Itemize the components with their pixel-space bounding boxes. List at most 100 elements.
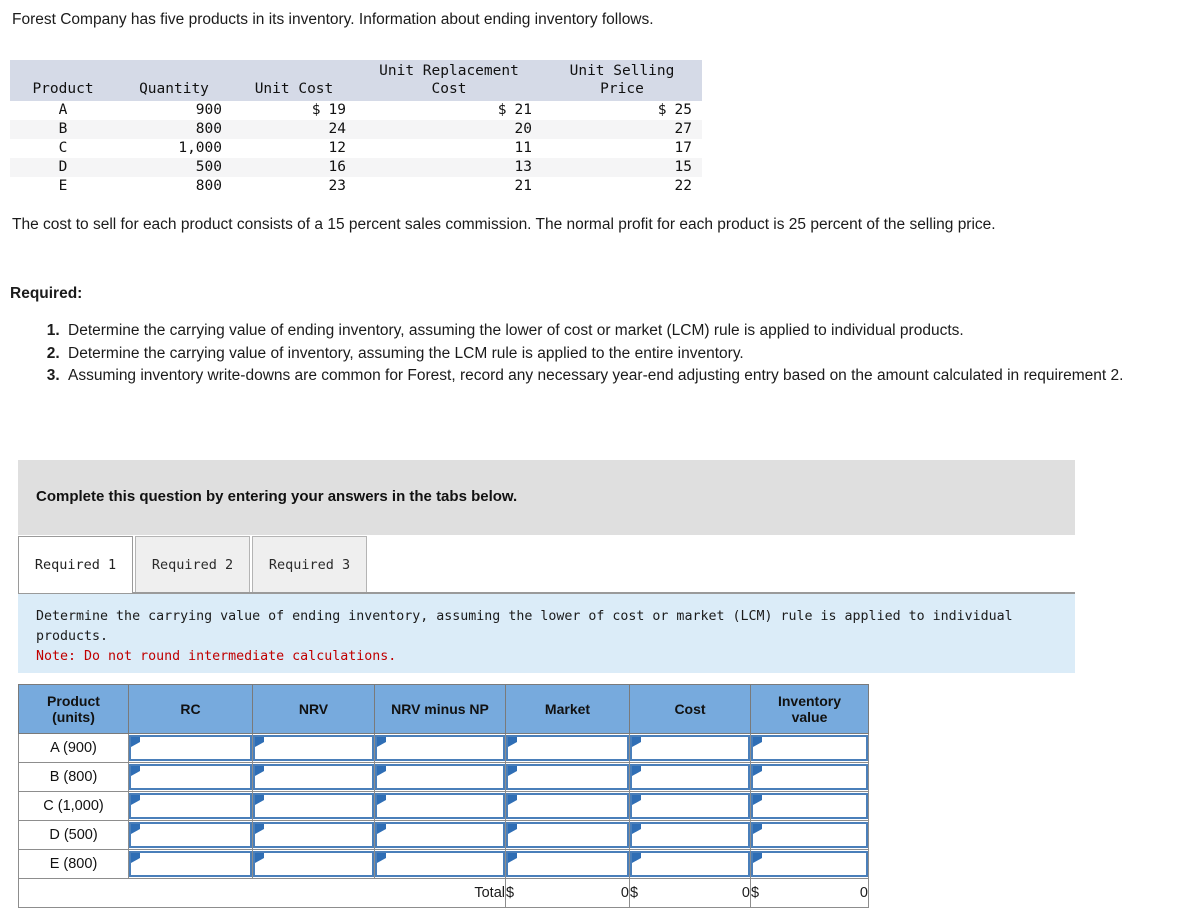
market-input[interactable] [506, 851, 629, 877]
required-label: Required: [10, 285, 83, 302]
cell-rc[interactable] [128, 849, 253, 879]
cell-inventory-value[interactable] [750, 791, 869, 821]
tab-required-3[interactable]: Required 3 [252, 536, 367, 592]
note-panel-line-1: Determine the carrying value of ending i… [36, 609, 1013, 624]
cell-corner-marker-icon [508, 766, 517, 776]
cell-nrv[interactable] [252, 791, 375, 821]
cost-input[interactable] [630, 851, 750, 877]
rc-input[interactable] [129, 851, 252, 877]
column-header-cost: Cost [629, 684, 751, 734]
market-input[interactable] [506, 822, 629, 848]
cell-product: B [58, 121, 68, 137]
cost-input[interactable] [630, 793, 750, 819]
table-header-row: Product Quantity Unit Cost Unit Replacem… [10, 60, 702, 101]
cell-nrv[interactable] [252, 820, 375, 850]
cell-market[interactable] [505, 849, 630, 879]
cell-rc[interactable] [128, 762, 253, 792]
cell-corner-marker-icon [377, 795, 386, 805]
rc-input[interactable] [129, 735, 252, 761]
nrv-minus-np-input[interactable] [375, 735, 505, 761]
cell-quantity: 900 [195, 102, 222, 118]
cell-quantity: 800 [195, 121, 222, 137]
value: 19 [328, 102, 346, 118]
cell-inventory-value[interactable] [750, 849, 869, 879]
inventory-value-input[interactable] [751, 764, 868, 790]
rc-input[interactable] [129, 822, 252, 848]
cell-inventory-value[interactable] [750, 733, 869, 763]
cell-nrv[interactable] [252, 733, 375, 763]
cell-inventory-value[interactable] [750, 820, 869, 850]
cell-cost[interactable] [629, 762, 751, 792]
column-header-product: Product [10, 60, 116, 101]
inventory-table-body: A 900 $19 $21 $25 B 800 24 20 27 C 1,000… [10, 101, 702, 196]
cell-market[interactable] [505, 762, 630, 792]
cell-selling-price: 17 [674, 140, 692, 156]
cost-input[interactable] [630, 822, 750, 848]
cell-market[interactable] [505, 733, 630, 763]
currency-symbol: $ [751, 885, 760, 901]
cell-cost[interactable] [629, 849, 751, 879]
cell-nrv[interactable] [252, 762, 375, 792]
nrv-input[interactable] [253, 735, 374, 761]
rc-input[interactable] [129, 764, 252, 790]
cell-quantity: 800 [195, 178, 222, 194]
cell-market[interactable] [505, 820, 630, 850]
cell-unit-cost: 16 [328, 159, 346, 175]
market-input[interactable] [506, 735, 629, 761]
market-input[interactable] [506, 764, 629, 790]
nrv-minus-np-input[interactable] [375, 822, 505, 848]
cell-corner-marker-icon [753, 795, 762, 805]
cost-input[interactable] [630, 764, 750, 790]
cost-input[interactable] [630, 735, 750, 761]
cell-replacement-cost: 13 [514, 159, 532, 175]
inventory-value-input[interactable] [751, 735, 868, 761]
nrv-input[interactable] [253, 822, 374, 848]
currency-symbol: $ [497, 102, 507, 118]
cell-cost[interactable] [629, 820, 751, 850]
cell-nrv-minus-np[interactable] [374, 733, 506, 763]
cell-rc[interactable] [128, 791, 253, 821]
total-cost-value: 0 [741, 885, 750, 901]
cell-replacement-cost: 11 [514, 140, 532, 156]
value: 25 [674, 102, 692, 118]
nrv-input[interactable] [253, 764, 374, 790]
cell-quantity: 500 [195, 159, 222, 175]
column-header-product-units: Product (units) [18, 684, 129, 734]
nrv-minus-np-input[interactable] [375, 851, 505, 877]
table-row: C 1,000 12 11 17 [10, 139, 702, 158]
tab-required-1[interactable]: Required 1 [18, 536, 133, 593]
cell-corner-marker-icon [753, 853, 762, 863]
total-market-cell: $ 0 [505, 878, 630, 908]
inventory-value-input[interactable] [751, 793, 868, 819]
cell-nrv-minus-np[interactable] [374, 849, 506, 879]
inventory-value-input[interactable] [751, 851, 868, 877]
cell-unit-cost: 23 [328, 178, 346, 194]
table-row: A (900) [18, 733, 869, 763]
cell-nrv[interactable] [252, 849, 375, 879]
market-input[interactable] [506, 793, 629, 819]
header-line-2: (units) [52, 709, 95, 725]
tab-required-2[interactable]: Required 2 [135, 536, 250, 592]
inventory-value-input[interactable] [751, 822, 868, 848]
cell-nrv-minus-np[interactable] [374, 791, 506, 821]
tab-label: Required 3 [268, 556, 351, 573]
cell-cost[interactable] [629, 791, 751, 821]
nrv-input[interactable] [253, 851, 374, 877]
cell-inventory-value[interactable] [750, 762, 869, 792]
list-item: Determine the carrying value of ending i… [64, 320, 1194, 342]
cell-nrv-minus-np[interactable] [374, 820, 506, 850]
answer-header-row: Product (units) RC NRV NRV minus NP Mark… [18, 684, 869, 734]
rc-input[interactable] [129, 793, 252, 819]
row-label-product: C (1,000) [18, 791, 129, 821]
cell-corner-marker-icon [255, 824, 264, 834]
cell-cost[interactable] [629, 733, 751, 763]
cell-rc[interactable] [128, 820, 253, 850]
nrv-input[interactable] [253, 793, 374, 819]
cell-market[interactable] [505, 791, 630, 821]
cell-nrv-minus-np[interactable] [374, 762, 506, 792]
cell-rc[interactable] [128, 733, 253, 763]
cell-selling-price: 22 [674, 178, 692, 194]
nrv-minus-np-input[interactable] [375, 793, 505, 819]
nrv-minus-np-input[interactable] [375, 764, 505, 790]
total-inventory-cell: $ 0 [750, 878, 869, 908]
